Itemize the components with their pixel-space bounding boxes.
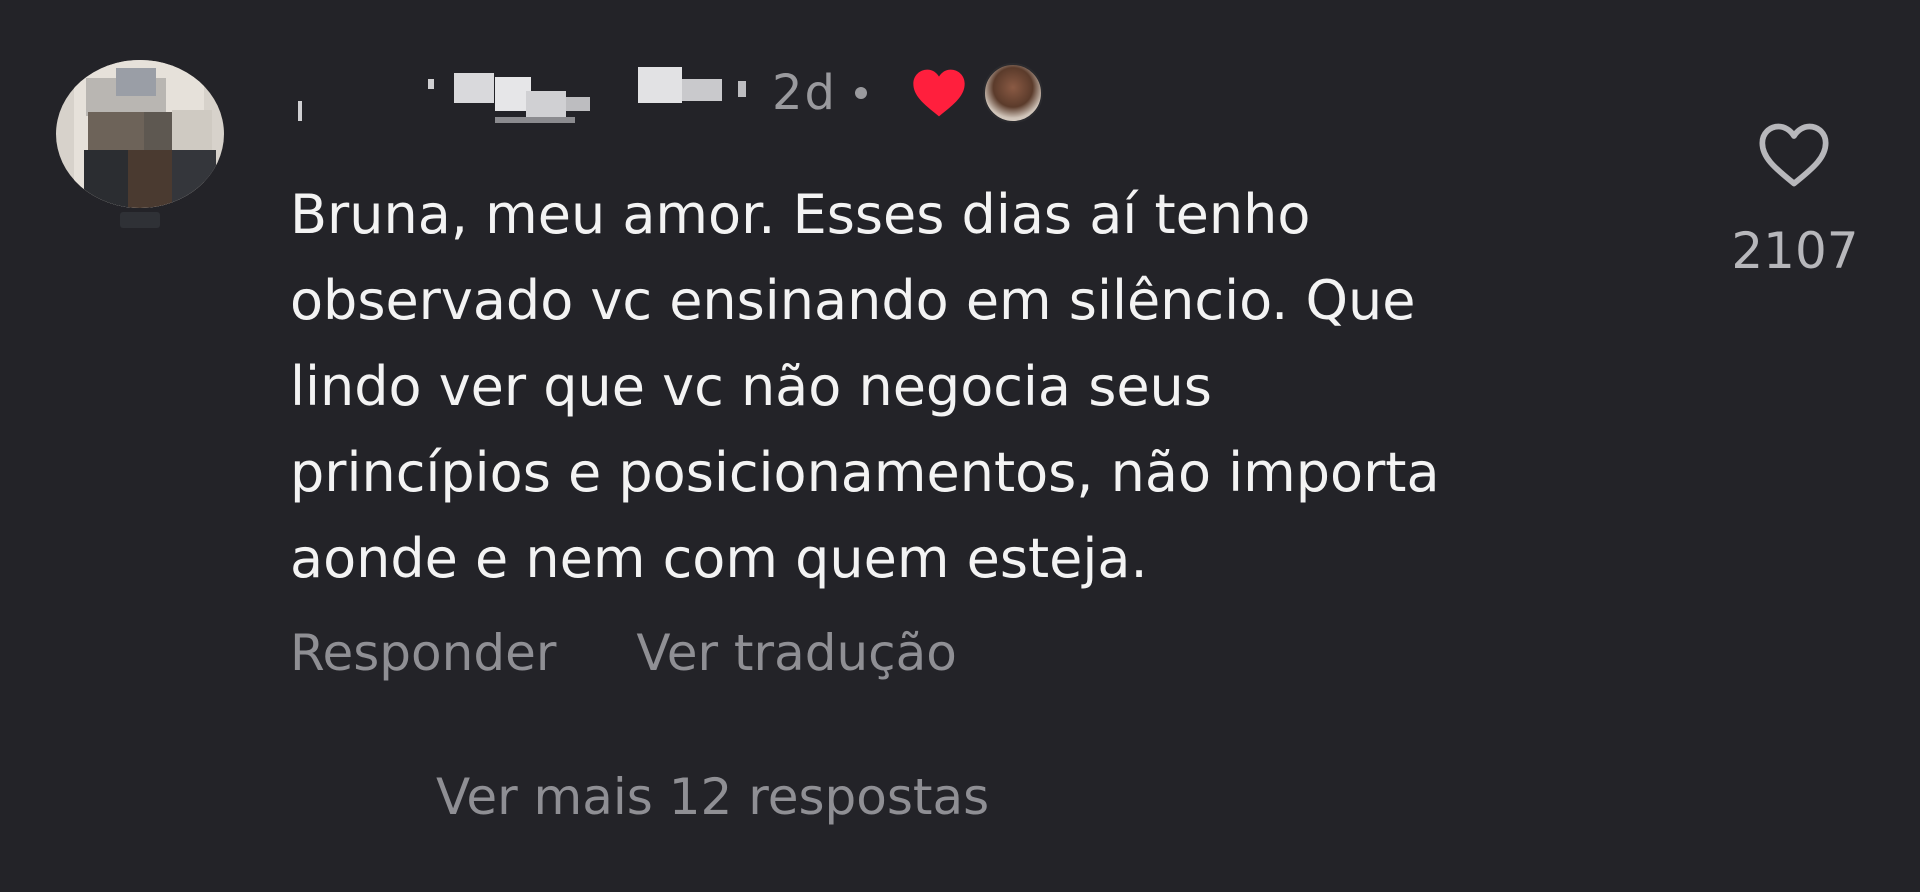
comment-item: 2d Bruna, meu amor. Esses dias aí tenho … [0,0,1920,892]
comment-actions: Responder Ver tradução [290,624,957,682]
heart-outline-icon[interactable] [1756,120,1832,190]
commenter-avatar[interactable] [56,60,224,208]
comment-body-line: lindo ver que vc não negocia seus [290,355,1212,418]
like-count: 2107 [1731,222,1859,280]
translate-button[interactable]: Ver tradução [636,624,956,682]
username-redacted[interactable] [290,61,762,125]
comment-body-line: aonde e nem com quem esteja. [290,527,1148,590]
comment-body: Bruna, meu amor. Esses dias aí tenho obs… [290,172,1670,602]
comment-body-line: observado vc ensinando em silêncio. Que [290,269,1416,332]
creator-avatar [983,63,1044,123]
comment-body-line: Bruna, meu amor. Esses dias aí tenho [290,183,1311,246]
comment-time: 2d [772,65,838,121]
heart-filled-icon [913,69,965,117]
comment-body-line: princípios e posicionamentos, não import… [290,441,1440,504]
separator-dot [855,87,868,99]
reply-button[interactable]: Responder [290,624,556,682]
view-more-replies-button[interactable]: Ver mais 12 respostas [436,768,989,826]
comment-header: 2d [290,58,1044,128]
avatar-shadow [120,212,160,228]
